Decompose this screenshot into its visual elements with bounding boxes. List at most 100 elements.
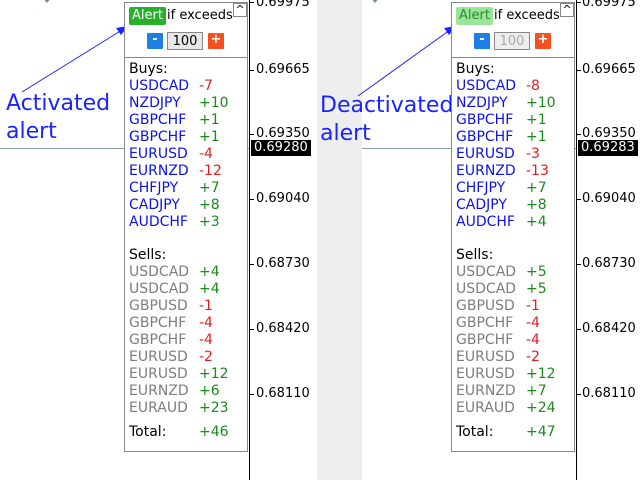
threshold-input[interactable]: 100 <box>494 32 530 50</box>
sell-value: +4 <box>199 281 220 297</box>
buy-pair: GBPCHF <box>129 112 187 128</box>
buy-pair: GBPCHF <box>456 129 514 145</box>
buy-pair: EURUSD <box>129 146 188 162</box>
buy-row: EURUSD -3 <box>456 146 572 163</box>
buy-pair: EURNZD <box>129 163 189 179</box>
sell-value: -1 <box>199 298 213 314</box>
buy-value: +10 <box>199 95 229 111</box>
sell-pair: EURUSD <box>129 349 188 365</box>
increase-threshold-button[interactable]: + <box>208 33 224 49</box>
buy-value: +1 <box>526 112 547 128</box>
buy-pair: EURNZD <box>456 163 516 179</box>
total-label: Total: <box>129 424 167 440</box>
buy-pair: NZDJPY <box>129 95 181 111</box>
exceeds-label: if exceeds <box>167 8 233 23</box>
decrease-threshold-button[interactable]: - <box>147 33 163 49</box>
panel-header: Alert if exceeds ^ - 100 + <box>452 3 574 58</box>
total-row: Total: +47 <box>456 424 572 441</box>
sell-row: GBPCHF -4 <box>456 315 572 332</box>
buy-row: AUDCHF +3 <box>129 214 245 231</box>
buy-row: NZDJPY +10 <box>129 95 245 112</box>
sell-pair: USDCAD <box>456 264 517 280</box>
buy-pair: CHFJPY <box>456 180 506 196</box>
sell-value: -4 <box>199 315 213 331</box>
sell-row: EURUSD -2 <box>456 349 572 366</box>
buy-pair: CHFJPY <box>129 180 179 196</box>
sell-value: +5 <box>526 281 547 297</box>
buy-pair: GBPCHF <box>456 112 514 128</box>
sell-value: +23 <box>199 400 229 416</box>
buys-title: Buys: <box>129 61 168 77</box>
alert-toggle-button[interactable]: Alert <box>129 7 166 25</box>
sell-pair: EURAUD <box>456 400 515 416</box>
total-value: +46 <box>199 424 229 440</box>
buy-value: +1 <box>199 129 220 145</box>
buy-row: GBPCHF +1 <box>129 129 245 146</box>
buy-pair: NZDJPY <box>456 95 508 111</box>
increase-threshold-button[interactable]: + <box>535 33 551 49</box>
collapse-button[interactable]: ^ <box>233 3 247 17</box>
sell-value: +4 <box>199 264 220 280</box>
sell-pair: USDCAD <box>129 264 190 280</box>
buy-value: -4 <box>199 146 213 162</box>
sell-value: -1 <box>526 298 540 314</box>
sell-row: GBPCHF -4 <box>129 315 245 332</box>
chart-deactivated: 0.69975 0.69665 0.69350 0.69040 0.68730 … <box>320 0 640 480</box>
sell-row: EURUSD +12 <box>129 366 245 383</box>
buy-row: NZDJPY +10 <box>456 95 572 112</box>
sell-pair: USDCAD <box>129 281 190 297</box>
chart-activated: 0.69975 0.69665 0.69350 0.69040 0.68730 … <box>0 0 317 480</box>
buy-pair: AUDCHF <box>456 214 515 230</box>
total-label: Total: <box>456 424 494 440</box>
total-value: +47 <box>526 424 556 440</box>
sell-row: EURUSD +12 <box>456 366 572 383</box>
decrease-threshold-button[interactable]: - <box>474 33 490 49</box>
buy-pair: USDCAD <box>456 78 517 94</box>
buy-value: +1 <box>199 112 220 128</box>
sell-value: -2 <box>526 349 540 365</box>
buys-title: Buys: <box>456 61 495 77</box>
buy-value: +7 <box>526 180 547 196</box>
buy-pair: AUDCHF <box>129 214 188 230</box>
sell-row: GBPUSD -1 <box>456 298 572 315</box>
sells-title: Sells: <box>129 247 167 263</box>
sell-value: +7 <box>526 383 547 399</box>
buy-value: +1 <box>526 129 547 145</box>
sell-row: GBPUSD -1 <box>129 298 245 315</box>
sell-pair: GBPCHF <box>129 332 187 348</box>
total-row: Total: +46 <box>129 424 245 441</box>
sell-value: -4 <box>526 332 540 348</box>
sell-pair: GBPCHF <box>129 315 187 331</box>
sell-pair: EURUSD <box>456 349 515 365</box>
buy-row: GBPCHF +1 <box>456 129 572 146</box>
buy-row: CADJPY +8 <box>456 197 572 214</box>
sell-pair: EURUSD <box>456 366 515 382</box>
sell-row: EURNZD +7 <box>456 383 572 400</box>
buy-pair: GBPCHF <box>129 129 187 145</box>
collapse-button[interactable]: ^ <box>560 3 574 17</box>
buy-value: +7 <box>199 180 220 196</box>
buy-pair: USDCAD <box>129 78 190 94</box>
buy-row: CHFJPY +7 <box>129 180 245 197</box>
buy-row: GBPCHF +1 <box>456 112 572 129</box>
buy-row: CHFJPY +7 <box>456 180 572 197</box>
buy-value: -3 <box>526 146 540 162</box>
sell-pair: EURUSD <box>129 366 188 382</box>
alert-panel: Alert if exceeds ^ - 100 + Buys: USDCAD -… <box>451 2 575 452</box>
sells-title: Sells: <box>456 247 494 263</box>
sell-value: -4 <box>526 315 540 331</box>
alert-panel: Alert if exceeds ^ - 100 + Buys: USDCAD -… <box>124 2 248 452</box>
threshold-input[interactable]: 100 <box>167 32 203 50</box>
panel-header: Alert if exceeds ^ - 100 + <box>125 3 247 58</box>
buy-value: +4 <box>526 214 547 230</box>
buy-pair: CADJPY <box>456 197 507 213</box>
sell-value: +6 <box>199 383 220 399</box>
alert-toggle-button[interactable]: Alert <box>456 7 493 25</box>
buy-row: AUDCHF +4 <box>456 214 572 231</box>
sell-row: USDCAD +5 <box>456 264 572 281</box>
sell-pair: EURNZD <box>456 383 516 399</box>
sell-value: -4 <box>199 332 213 348</box>
buy-row: EURNZD -12 <box>129 163 245 180</box>
buy-value: -12 <box>199 163 222 179</box>
buy-pair: CADJPY <box>129 197 180 213</box>
